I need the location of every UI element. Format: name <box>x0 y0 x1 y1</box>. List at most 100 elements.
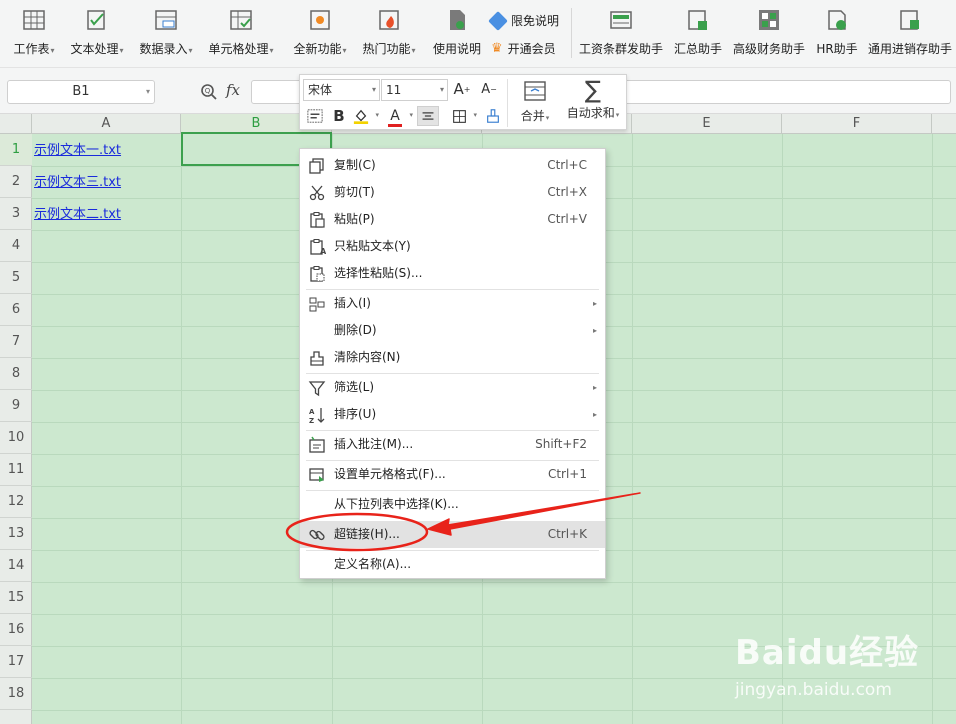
chevron-down-icon: ▾ <box>439 85 444 94</box>
menu-item-label: 只粘贴文本(Y) <box>334 239 411 253</box>
font-grow-icon[interactable]: A + <box>453 80 471 98</box>
data-entry-button[interactable]: 数据录入▾ <box>136 4 196 64</box>
menu-item-sort[interactable]: AZ 排序(U) ▸ <box>300 401 605 428</box>
menu-item-insert-comment[interactable]: 插入批注(M)... Shift+F2 <box>300 431 605 458</box>
column-header-e[interactable]: E <box>632 114 782 134</box>
paste-icon <box>310 212 325 228</box>
menu-item-shortcut: Ctrl+1 <box>547 467 587 481</box>
worksheet-button[interactable]: 工作表▾ <box>10 4 58 64</box>
row-header[interactable]: 17 <box>0 646 32 678</box>
menu-item-filter[interactable]: 筛选(L) ▸ <box>300 374 605 401</box>
name-box[interactable]: B1 ▾ <box>7 80 155 104</box>
border-icon[interactable]: ▾ <box>450 107 477 125</box>
merge-button[interactable]: 合并▾ <box>512 77 558 129</box>
menu-item-paste[interactable]: 粘贴(P) Ctrl+V <box>300 206 605 233</box>
menu-item-delete[interactable]: 删除(D) ▸ <box>300 317 605 344</box>
menu-item-insert[interactable]: 插入(I) ▸ <box>300 290 605 317</box>
font-color-icon[interactable]: A ▾ <box>386 107 413 127</box>
select-all-corner[interactable] <box>0 114 32 134</box>
paste-text-icon: A <box>310 239 326 256</box>
row-header[interactable]: 12 <box>0 486 32 518</box>
row-header[interactable]: 8 <box>0 358 32 390</box>
align-center-icon[interactable] <box>417 106 439 126</box>
data-entry-label: 数据录入▾ <box>139 42 193 56</box>
menu-item-cut[interactable]: 剪切(T) Ctrl+X <box>300 179 605 206</box>
finance-button[interactable]: 高级财务助手 <box>732 4 806 64</box>
summary-button[interactable]: 汇总助手 <box>672 4 724 64</box>
bold-icon[interactable]: B <box>330 107 348 125</box>
baidu-watermark: Baidu经验 jingyan.baidu.com <box>735 625 935 705</box>
row-header[interactable]: 4 <box>0 230 32 262</box>
filter-icon <box>308 381 326 397</box>
menu-item-label: 插入批注(M)... <box>334 437 414 451</box>
hyperlink-cell-a1[interactable]: 示例文本一.txt <box>34 135 121 167</box>
menu-item-shortcut: Ctrl+X <box>547 185 587 199</box>
chevron-down-icon: ▾ <box>145 87 150 96</box>
row-header[interactable]: 7 <box>0 326 32 358</box>
column-header-g[interactable] <box>932 114 956 134</box>
row-header[interactable]: 16 <box>0 614 32 646</box>
text-process-button[interactable]: 文本处理▾ <box>67 4 127 64</box>
fill-color-icon[interactable]: ▾ <box>352 107 379 125</box>
menu-item-define-name[interactable]: 定义名称(A)... <box>300 551 605 578</box>
new-feature-button[interactable]: 全新功能▾ <box>290 4 350 64</box>
fx-label[interactable]: fx <box>226 81 240 99</box>
row-header[interactable]: 2 <box>0 166 32 198</box>
row-header[interactable]: 10 <box>0 422 32 454</box>
menu-item-shortcut: Shift+F2 <box>535 437 587 451</box>
row-header[interactable]: 13 <box>0 518 32 550</box>
hr-button[interactable]: HR助手 <box>815 4 859 64</box>
row-header[interactable]: 1 <box>0 134 32 166</box>
autosum-button[interactable]: ∑ 自动求和▾ <box>562 77 624 129</box>
merge-label: 合并▾ <box>520 109 550 123</box>
hot-feature-icon <box>379 10 399 30</box>
column-header-a[interactable]: A <box>32 114 181 134</box>
text-process-label: 文本处理▾ <box>70 42 124 56</box>
row-header[interactable]: 11 <box>0 454 32 486</box>
menu-item-dropdown-select[interactable]: 从下拉列表中选择(K)... <box>300 491 605 518</box>
menu-item-copy[interactable]: 复制(C) Ctrl+C <box>300 152 605 179</box>
hyperlink-cell-a3[interactable]: 示例文本二.txt <box>34 199 121 231</box>
worksheet-label: 工作表▾ <box>13 42 55 56</box>
gridline <box>632 134 633 724</box>
column-header-f[interactable]: F <box>782 114 932 134</box>
hot-feature-button[interactable]: 热门功能▾ <box>359 4 419 64</box>
zoom-formula-icon[interactable]: Q <box>200 83 218 101</box>
font-size-select[interactable]: 11 ▾ <box>381 79 448 101</box>
row-header[interactable]: 9 <box>0 390 32 422</box>
font-family-select[interactable]: 宋体 ▾ <box>303 79 380 101</box>
limit-free-label: 限免说明 <box>511 14 560 28</box>
menu-item-paste-text[interactable]: A 只粘贴文本(Y) <box>300 233 605 260</box>
row-header[interactable]: 14 <box>0 550 32 582</box>
row-header[interactable]: 3 <box>0 198 32 230</box>
svg-text:A: A <box>320 247 326 256</box>
cell-process-button[interactable]: 单元格处理▾ <box>205 4 277 64</box>
svg-text:Q: Q <box>205 87 211 95</box>
text-edit-icon <box>87 10 105 30</box>
row-header[interactable]: 18 <box>0 678 32 710</box>
row-headers: 1 2 3 4 5 6 7 8 9 10 11 12 13 14 15 16 1… <box>0 134 32 724</box>
hyperlink-cell-a2[interactable]: 示例文本三.txt <box>34 167 121 199</box>
menu-item-hyperlink[interactable]: 超链接(H)... Ctrl+K <box>300 521 605 548</box>
finance-icon <box>759 10 779 30</box>
menu-item-paste-special[interactable]: 选择性粘贴(S)... <box>300 260 605 287</box>
row-header[interactable]: 5 <box>0 262 32 294</box>
menu-item-format-cells[interactable]: 设置单元格格式(F)... Ctrl+1 <box>300 461 605 488</box>
wrap-text-icon[interactable] <box>306 107 324 125</box>
sort-icon: AZ <box>309 408 325 424</box>
payslip-button[interactable]: 工资条群发助手 <box>578 4 664 64</box>
menu-item-label: 剪切(T) <box>334 185 375 199</box>
finance-label: 高级财务助手 <box>732 42 805 56</box>
help-doc-button[interactable]: 使用说明 <box>431 4 483 64</box>
row-header[interactable]: 15 <box>0 582 32 614</box>
gridline <box>181 134 182 724</box>
inventory-button[interactable]: 通用进销存助手 <box>867 4 953 64</box>
insert-icon <box>309 297 325 312</box>
row-header[interactable]: 6 <box>0 294 32 326</box>
font-shrink-icon[interactable]: A − <box>480 80 498 98</box>
format-painter-icon[interactable] <box>484 107 502 125</box>
open-member-link[interactable]: ♛ 开通会员 <box>491 40 556 57</box>
limit-free-link[interactable]: 限免说明 <box>488 10 560 31</box>
font-family-value: 宋体 <box>308 83 333 97</box>
menu-item-clear[interactable]: 清除内容(N) <box>300 344 605 371</box>
